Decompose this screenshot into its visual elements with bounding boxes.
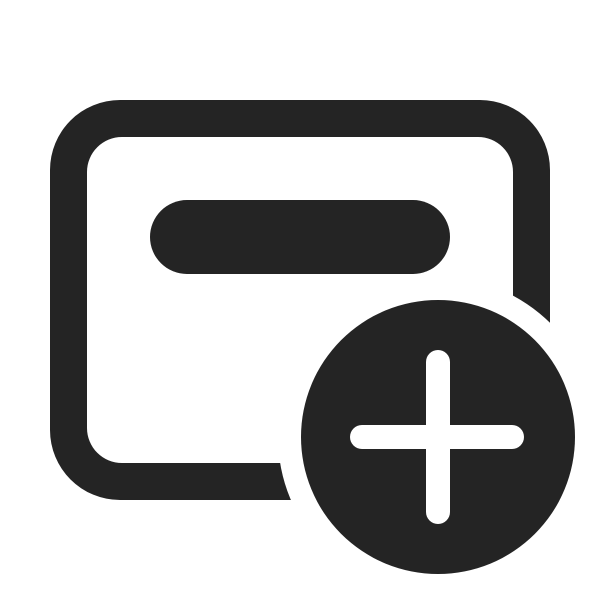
- window-add-icon: [50, 100, 575, 574]
- icon-canvas: [0, 0, 600, 600]
- title-bar: [150, 200, 450, 274]
- plus-horizontal-bar: [350, 425, 524, 449]
